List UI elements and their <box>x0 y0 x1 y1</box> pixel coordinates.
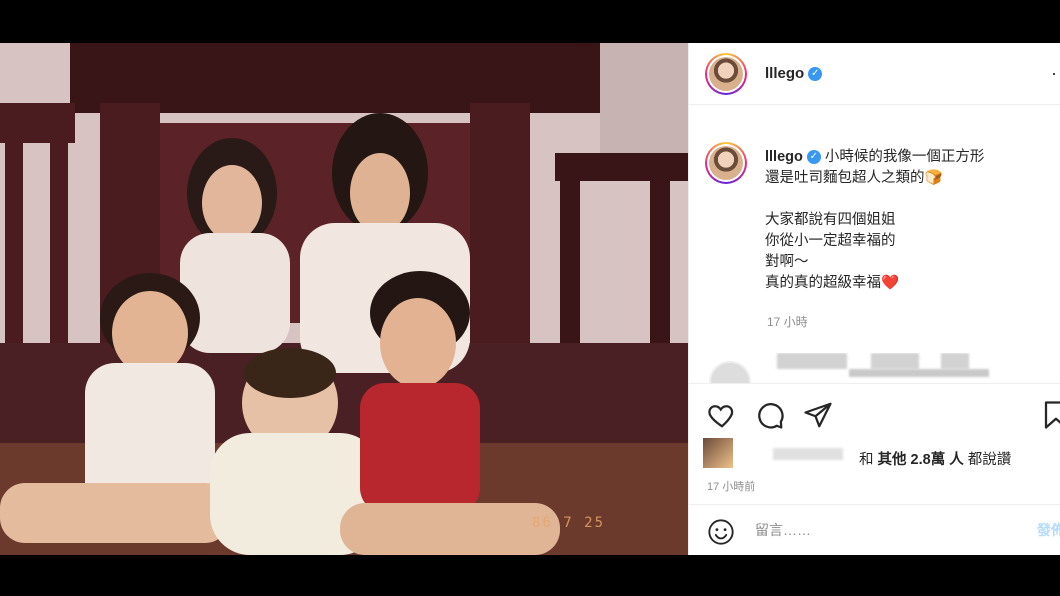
blurred-text <box>941 353 969 369</box>
comment-box: 留言…… 發佈 <box>689 504 1060 555</box>
comment-preview <box>709 353 1060 383</box>
verified-badge-icon: ✓ <box>806 150 821 165</box>
post-side-panel: lllego✓ ··· lllego✓ 小時候的我像一個正方形 還是吐司麵包超人… <box>688 43 1060 555</box>
caption-line: 小時候的我像一個正方形 <box>824 149 985 165</box>
blurred-text <box>871 353 919 369</box>
share-icon[interactable] <box>803 400 833 430</box>
likes-prefix: 和 <box>859 452 874 468</box>
caption-avatar[interactable] <box>705 142 747 184</box>
post-timestamp: 17 小時前 <box>707 481 756 493</box>
caption-line: 還是吐司麵包超人之類的🍞 <box>765 170 943 186</box>
blurred-liker-name <box>773 448 843 460</box>
post-frame: 86 7 25 lllego✓ ··· lllego✓ 小時候的我像一個正方形 … <box>0 43 1060 555</box>
author-username[interactable]: lllego ✓ <box>765 65 823 82</box>
post-photo[interactable]: 86 7 25 <box>0 43 688 555</box>
heart-icon[interactable] <box>707 400 737 430</box>
comment-icon[interactable] <box>755 400 785 430</box>
likes-suffix: 都說讚 <box>967 452 1012 468</box>
post-actions: 和 其他 2.8萬 人 都說讚 17 小時前 <box>689 383 1060 503</box>
comment-input[interactable]: 留言…… <box>755 520 811 540</box>
author-username-text[interactable]: lllego <box>765 65 804 82</box>
author-avatar[interactable] <box>705 53 747 95</box>
photo-illustration <box>0 43 688 555</box>
caption-line: 對啊～ <box>765 254 809 270</box>
verified-badge-icon: ✓ <box>808 67 823 82</box>
likes-count[interactable]: 其他 2.8萬 人 <box>878 452 964 468</box>
caption-username[interactable]: lllego <box>765 149 803 165</box>
liker-avatar[interactable] <box>703 438 733 468</box>
caption-line: 你從小一定超幸福的 <box>765 233 896 249</box>
caption-line: 大家都說有四個姐姐 <box>765 212 896 228</box>
commenter-avatar[interactable] <box>709 361 751 383</box>
post-comment-button[interactable]: 發佈 <box>1037 520 1060 540</box>
likes-summary: 和 其他 2.8萬 人 都說讚 <box>703 438 1060 478</box>
likes-text: 和 其他 2.8萬 人 都說讚 <box>859 448 1011 469</box>
emoji-icon[interactable] <box>707 518 735 546</box>
blurred-text <box>849 369 989 377</box>
caption-first-line: lllego ✓ 小時候的我像一個正方形 <box>765 147 1055 168</box>
blurred-text <box>777 353 847 369</box>
photo-date-stamp: 86 7 25 <box>532 515 606 531</box>
more-options-icon[interactable]: ··· <box>1051 63 1060 84</box>
caption-time: 17 小時 <box>767 315 808 329</box>
post-caption: lllego ✓ 小時候的我像一個正方形 還是吐司麵包超人之類的🍞 大家都說有四個… <box>765 147 1055 294</box>
bookmark-icon[interactable] <box>1041 400 1060 430</box>
post-header: lllego ✓ ··· <box>689 43 1060 105</box>
caption-line: 真的真的超級幸福❤️ <box>765 275 900 291</box>
caption-line <box>765 189 1055 210</box>
